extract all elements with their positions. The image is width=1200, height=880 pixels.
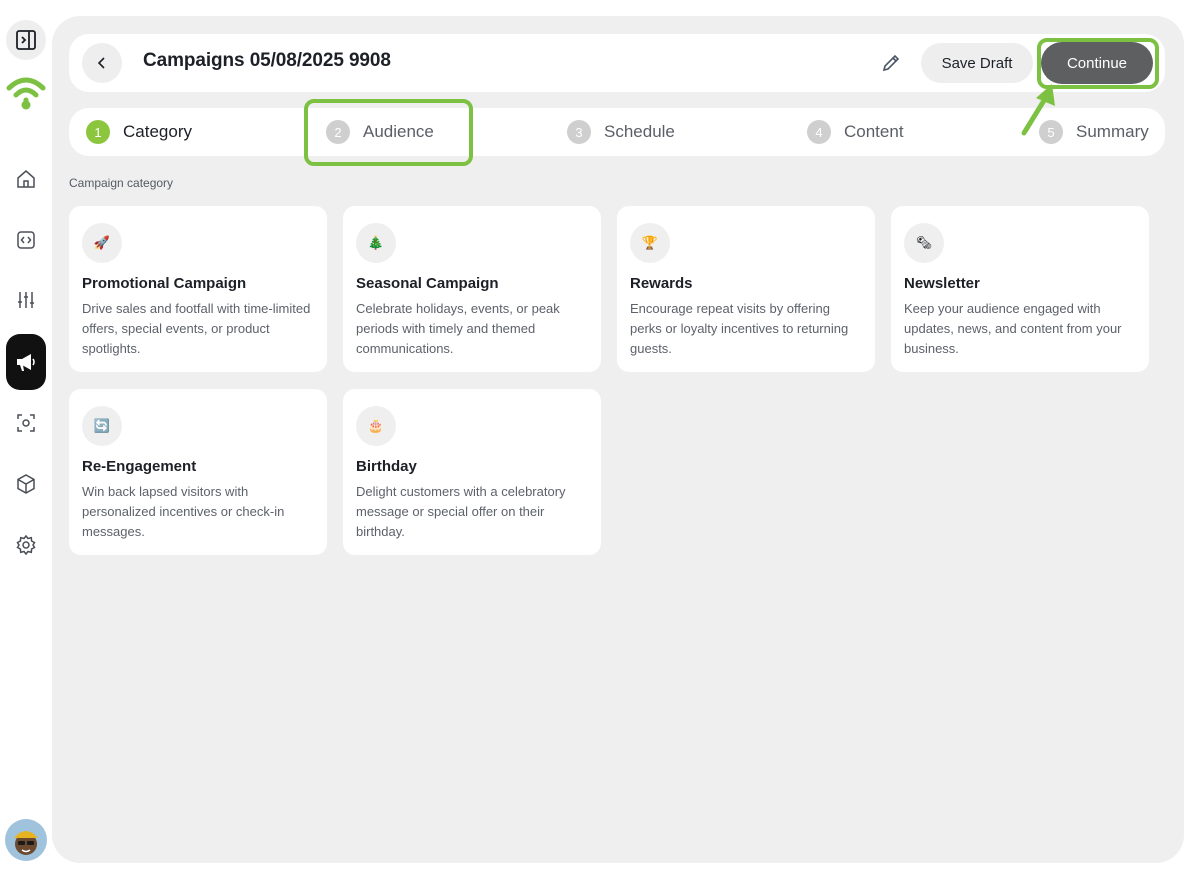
- step-number: 5: [1039, 120, 1063, 144]
- continue-button[interactable]: Continue: [1041, 42, 1153, 84]
- step-summary[interactable]: 5 Summary: [1039, 120, 1149, 144]
- main-panel: Campaigns 05/08/2025 9908 Save Draft Con…: [52, 16, 1184, 863]
- code-icon: [17, 231, 35, 249]
- megaphone-icon: [17, 354, 35, 371]
- sliders-icon: [18, 292, 34, 308]
- step-label: Schedule: [604, 122, 675, 141]
- step-number: 1: [86, 120, 110, 144]
- step-category[interactable]: 1 Category: [86, 120, 192, 144]
- box-icon: [17, 474, 35, 494]
- card-description: Encourage repeat visits by offering perk…: [630, 301, 849, 356]
- category-card-newsletter[interactable]: 🗞 Newsletter Keep your audience engaged …: [891, 206, 1149, 372]
- step-schedule[interactable]: 3 Schedule: [567, 120, 675, 144]
- newspaper-icon: 🗞: [904, 223, 944, 263]
- card-title: Newsletter: [904, 275, 980, 292]
- category-card-birthday[interactable]: 🎂 Birthday Delight customers with a cele…: [343, 389, 601, 555]
- step-progress: 1 Category 2 Audience 3 Schedule 4 Conte…: [69, 108, 1165, 156]
- settings-icon: [16, 534, 36, 556]
- scan-icon: [17, 414, 35, 432]
- nav-home[interactable]: [6, 159, 46, 199]
- user-avatar[interactable]: [5, 819, 47, 861]
- step-label: Category: [123, 122, 192, 141]
- nav-embed[interactable]: [6, 220, 46, 260]
- category-card-reengagement[interactable]: 🔄 Re-Engagement Win back lapsed visitors…: [69, 389, 327, 555]
- chevron-left-icon: [97, 57, 105, 69]
- step-content[interactable]: 4 Content: [807, 120, 904, 144]
- edit-title-button[interactable]: [877, 49, 905, 77]
- card-title: Rewards: [630, 275, 693, 292]
- sidebar: [0, 0, 52, 880]
- pencil-icon: [882, 54, 900, 72]
- card-description: Drive sales and footfall with time-limit…: [82, 301, 311, 356]
- app-root: Campaigns 05/08/2025 9908 Save Draft Con…: [0, 0, 1200, 880]
- christmas-tree-icon: 🎄: [356, 223, 396, 263]
- nav-products[interactable]: [6, 464, 46, 504]
- card-description: Celebrate holidays, events, or peak peri…: [356, 301, 560, 356]
- category-card-rewards[interactable]: 🏆 Rewards Encourage repeat visits by off…: [617, 206, 875, 372]
- card-title: Seasonal Campaign: [356, 275, 499, 292]
- card-title: Birthday: [356, 458, 417, 475]
- top-bar: Campaigns 05/08/2025 9908 Save Draft Con…: [69, 34, 1165, 92]
- card-description: Win back lapsed visitors with personaliz…: [82, 484, 285, 539]
- home-icon: [17, 170, 35, 188]
- birthday-cake-icon: 🎂: [356, 406, 396, 446]
- step-number: 2: [326, 120, 350, 144]
- step-label: Audience: [363, 122, 434, 141]
- card-description: Delight customers with a celebratory mes…: [356, 484, 566, 539]
- card-description: Keep your audience engaged with updates,…: [904, 301, 1122, 356]
- nav-settings-sliders[interactable]: [6, 280, 46, 320]
- step-label: Content: [844, 122, 904, 141]
- step-number: 4: [807, 120, 831, 144]
- card-title: Promotional Campaign: [82, 275, 247, 292]
- page-title: Campaigns 05/08/2025 9908: [143, 50, 391, 71]
- save-draft-button[interactable]: Save Draft: [921, 43, 1033, 83]
- section-label: Campaign category: [69, 176, 174, 190]
- step-number: 3: [567, 120, 591, 144]
- avatar-icon: [14, 831, 38, 855]
- rocket-icon: 🚀: [82, 223, 122, 263]
- wifi-logo-icon: [6, 77, 46, 110]
- sidebar-toggle-button[interactable]: [6, 20, 46, 60]
- nav-campaigns[interactable]: [6, 334, 46, 390]
- nav-settings[interactable]: [6, 525, 46, 565]
- back-button[interactable]: [82, 43, 122, 83]
- trophy-icon: 🏆: [630, 223, 670, 263]
- category-card-seasonal[interactable]: 🎄 Seasonal Campaign Celebrate holidays, …: [343, 206, 601, 372]
- step-audience[interactable]: 2 Audience: [326, 120, 434, 144]
- refresh-icon: 🔄: [82, 406, 122, 446]
- step-label: Summary: [1076, 122, 1149, 141]
- card-title: Re-Engagement: [82, 458, 197, 475]
- category-card-promotional[interactable]: 🚀 Promotional Campaign Drive sales and f…: [69, 206, 327, 372]
- sidebar-toggle-icon: [16, 30, 36, 50]
- nav-scan[interactable]: [6, 403, 46, 443]
